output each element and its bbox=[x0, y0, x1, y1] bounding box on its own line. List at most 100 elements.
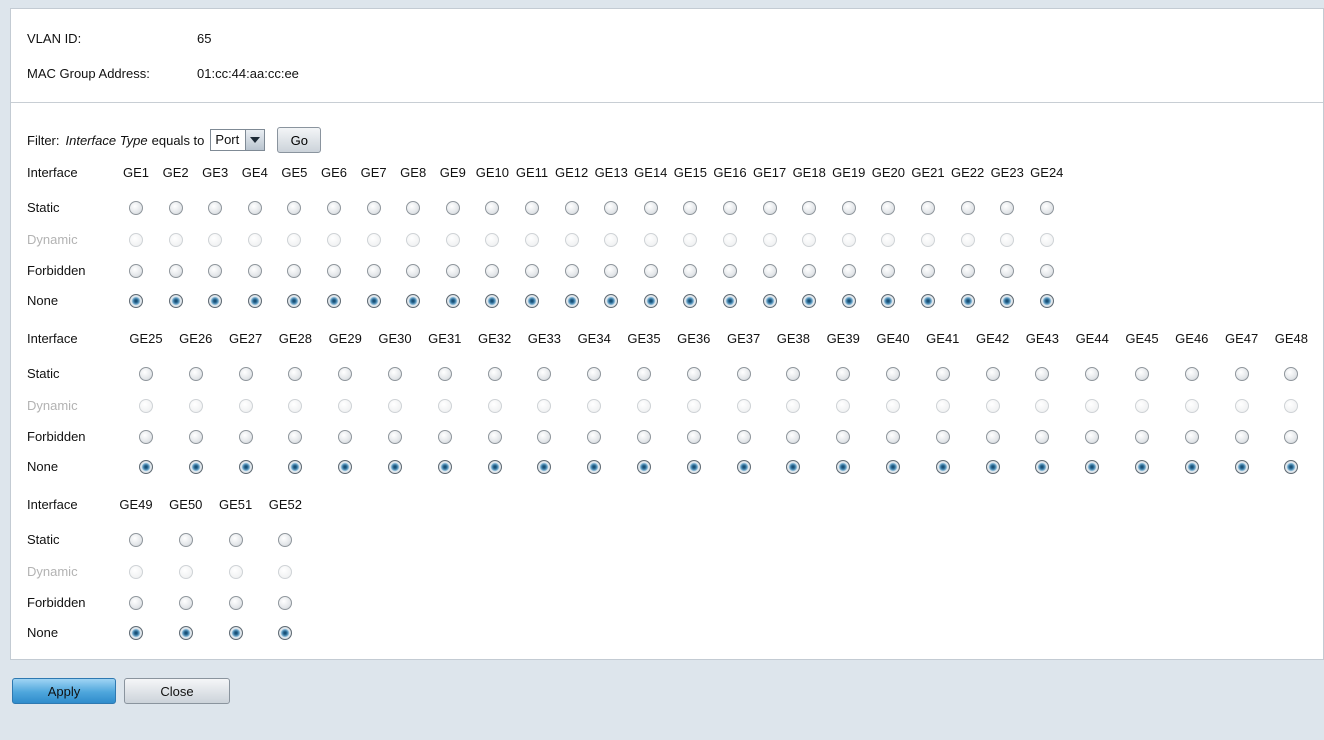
none-radio-ge48[interactable] bbox=[1284, 460, 1299, 474]
forbidden-radio-ge44[interactable] bbox=[1085, 430, 1100, 444]
forbidden-radio-ge45[interactable] bbox=[1135, 430, 1149, 444]
forbidden-radio-ge1[interactable] bbox=[129, 264, 143, 278]
static-radio-ge5[interactable] bbox=[287, 201, 302, 215]
static-radio-ge39[interactable] bbox=[836, 367, 851, 381]
none-radio-ge5[interactable] bbox=[287, 294, 302, 308]
static-radio-ge28[interactable] bbox=[288, 367, 303, 381]
forbidden-radio-ge49[interactable] bbox=[129, 596, 143, 610]
forbidden-radio-ge33[interactable] bbox=[537, 430, 552, 444]
static-radio-ge18[interactable] bbox=[802, 201, 817, 215]
none-radio-ge47[interactable] bbox=[1234, 460, 1249, 474]
none-radio-ge38[interactable] bbox=[786, 460, 801, 474]
forbidden-radio-ge41[interactable] bbox=[935, 430, 950, 444]
forbidden-radio-ge6[interactable] bbox=[327, 264, 341, 278]
none-radio-ge31[interactable] bbox=[437, 460, 452, 474]
none-radio-ge52[interactable] bbox=[278, 626, 293, 640]
none-radio-ge37[interactable] bbox=[736, 460, 751, 474]
static-radio-ge32[interactable] bbox=[487, 367, 502, 381]
forbidden-radio-ge16[interactable] bbox=[723, 264, 737, 278]
none-radio-ge7[interactable] bbox=[366, 294, 381, 308]
forbidden-radio-ge4[interactable] bbox=[247, 264, 262, 278]
none-radio-ge28[interactable] bbox=[288, 460, 303, 474]
static-radio-ge33[interactable] bbox=[537, 367, 552, 381]
close-button[interactable]: Close bbox=[124, 678, 230, 704]
static-radio-ge25[interactable] bbox=[139, 367, 153, 381]
none-radio-ge11[interactable] bbox=[525, 294, 539, 308]
none-radio-ge29[interactable] bbox=[338, 460, 353, 474]
forbidden-radio-ge29[interactable] bbox=[338, 430, 353, 444]
forbidden-radio-ge10[interactable] bbox=[485, 264, 500, 278]
static-radio-ge52[interactable] bbox=[278, 533, 293, 547]
static-radio-ge8[interactable] bbox=[406, 201, 421, 215]
static-radio-ge36[interactable] bbox=[686, 367, 701, 381]
go-button[interactable]: Go bbox=[277, 127, 322, 153]
none-radio-ge19[interactable] bbox=[841, 294, 856, 308]
static-radio-ge42[interactable] bbox=[985, 367, 1000, 381]
static-radio-ge11[interactable] bbox=[525, 201, 539, 215]
forbidden-radio-ge20[interactable] bbox=[881, 264, 896, 278]
static-radio-ge12[interactable] bbox=[564, 201, 579, 215]
forbidden-radio-ge18[interactable] bbox=[802, 264, 817, 278]
none-radio-ge40[interactable] bbox=[886, 460, 900, 474]
forbidden-radio-ge11[interactable] bbox=[525, 264, 539, 278]
forbidden-radio-ge7[interactable] bbox=[366, 264, 381, 278]
static-radio-ge35[interactable] bbox=[637, 367, 651, 381]
forbidden-radio-ge42[interactable] bbox=[985, 430, 1000, 444]
static-radio-ge29[interactable] bbox=[338, 367, 353, 381]
static-radio-ge24[interactable] bbox=[1039, 201, 1054, 215]
none-radio-ge6[interactable] bbox=[327, 294, 341, 308]
forbidden-radio-ge13[interactable] bbox=[604, 264, 619, 278]
forbidden-radio-ge52[interactable] bbox=[278, 596, 293, 610]
forbidden-radio-ge25[interactable] bbox=[139, 430, 153, 444]
none-radio-ge45[interactable] bbox=[1135, 460, 1149, 474]
interface-type-select[interactable]: Port bbox=[210, 129, 266, 151]
none-radio-ge17[interactable] bbox=[762, 294, 777, 308]
forbidden-radio-ge46[interactable] bbox=[1184, 430, 1199, 444]
forbidden-radio-ge31[interactable] bbox=[437, 430, 452, 444]
none-radio-ge34[interactable] bbox=[587, 460, 602, 474]
none-radio-ge15[interactable] bbox=[683, 294, 698, 308]
static-radio-ge44[interactable] bbox=[1085, 367, 1100, 381]
static-radio-ge30[interactable] bbox=[388, 367, 402, 381]
static-radio-ge26[interactable] bbox=[188, 367, 203, 381]
forbidden-radio-ge28[interactable] bbox=[288, 430, 303, 444]
static-radio-ge45[interactable] bbox=[1135, 367, 1149, 381]
forbidden-radio-ge50[interactable] bbox=[178, 596, 193, 610]
forbidden-radio-ge48[interactable] bbox=[1284, 430, 1299, 444]
none-radio-ge12[interactable] bbox=[564, 294, 579, 308]
none-radio-ge36[interactable] bbox=[686, 460, 701, 474]
static-radio-ge21[interactable] bbox=[921, 201, 935, 215]
static-radio-ge38[interactable] bbox=[786, 367, 801, 381]
static-radio-ge43[interactable] bbox=[1035, 367, 1050, 381]
static-radio-ge17[interactable] bbox=[762, 201, 777, 215]
forbidden-radio-ge22[interactable] bbox=[960, 264, 975, 278]
none-radio-ge16[interactable] bbox=[723, 294, 737, 308]
forbidden-radio-ge47[interactable] bbox=[1234, 430, 1249, 444]
static-radio-ge7[interactable] bbox=[366, 201, 381, 215]
none-radio-ge43[interactable] bbox=[1035, 460, 1050, 474]
none-radio-ge50[interactable] bbox=[178, 626, 193, 640]
forbidden-radio-ge36[interactable] bbox=[686, 430, 701, 444]
forbidden-radio-ge43[interactable] bbox=[1035, 430, 1050, 444]
static-radio-ge27[interactable] bbox=[238, 367, 253, 381]
none-radio-ge2[interactable] bbox=[168, 294, 183, 308]
static-radio-ge3[interactable] bbox=[208, 201, 223, 215]
forbidden-radio-ge38[interactable] bbox=[786, 430, 801, 444]
none-radio-ge4[interactable] bbox=[247, 294, 262, 308]
none-radio-ge10[interactable] bbox=[485, 294, 500, 308]
static-radio-ge20[interactable] bbox=[881, 201, 896, 215]
static-radio-ge40[interactable] bbox=[886, 367, 900, 381]
none-radio-ge42[interactable] bbox=[985, 460, 1000, 474]
forbidden-radio-ge17[interactable] bbox=[762, 264, 777, 278]
static-radio-ge48[interactable] bbox=[1284, 367, 1299, 381]
forbidden-radio-ge2[interactable] bbox=[168, 264, 183, 278]
static-radio-ge22[interactable] bbox=[960, 201, 975, 215]
static-radio-ge1[interactable] bbox=[129, 201, 143, 215]
forbidden-radio-ge23[interactable] bbox=[1000, 264, 1015, 278]
none-radio-ge20[interactable] bbox=[881, 294, 896, 308]
static-radio-ge41[interactable] bbox=[935, 367, 950, 381]
static-radio-ge9[interactable] bbox=[445, 201, 460, 215]
forbidden-radio-ge21[interactable] bbox=[921, 264, 935, 278]
static-radio-ge13[interactable] bbox=[604, 201, 619, 215]
none-radio-ge13[interactable] bbox=[604, 294, 619, 308]
